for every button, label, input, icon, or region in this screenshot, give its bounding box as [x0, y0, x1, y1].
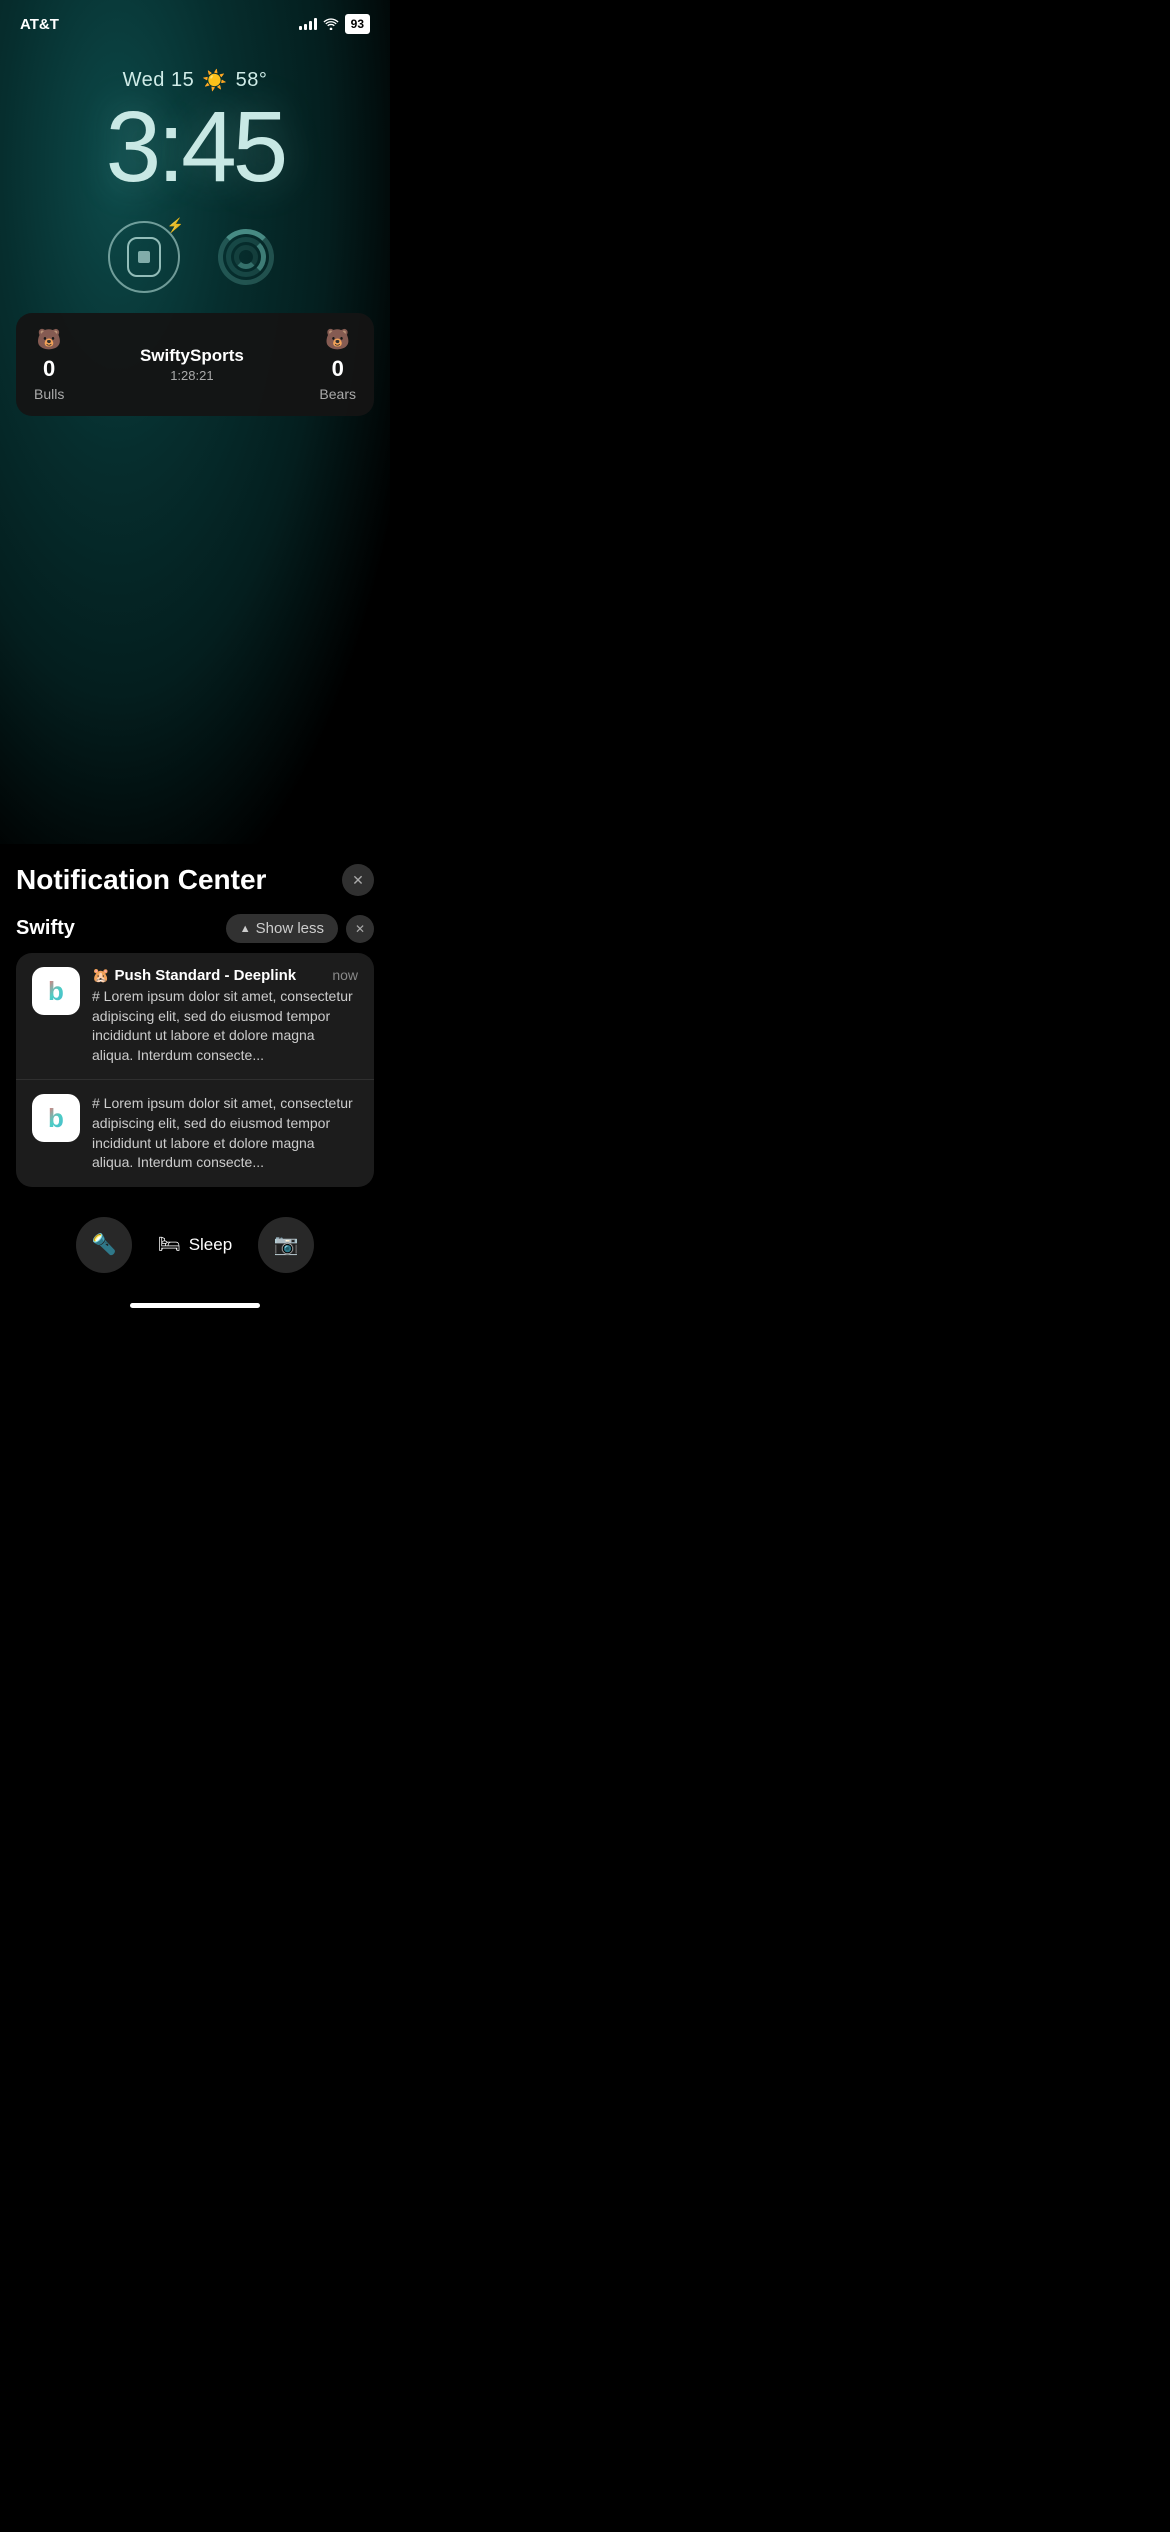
notif-group-name: Swifty [16, 917, 75, 940]
notif-group-actions: ▲ Show less ✕ [226, 914, 374, 943]
status-right: 93 [299, 14, 370, 34]
nc-title: Notification Center [16, 864, 266, 896]
notif-group-close-button[interactable]: ✕ [346, 915, 374, 943]
chevron-up-icon: ▲ [240, 923, 251, 935]
activity-widget[interactable] [210, 221, 282, 293]
app-icon-2: b [32, 1094, 80, 1142]
sun-icon: ☀️ [202, 68, 227, 93]
home-indicator [130, 1303, 260, 1308]
notif-time-1: now [332, 967, 358, 983]
bottom-controls: 🔦 🛏 Sleep 📷 [16, 1187, 374, 1293]
game-info: SwiftySports 1:28:21 [64, 346, 319, 383]
notif-group-swifty: Swifty ▲ Show less ✕ b [16, 914, 374, 1187]
carrier-label: AT&T [20, 16, 59, 33]
game-time: 1:28:21 [64, 368, 319, 383]
notif-body-1: # Lorem ipsum dolor sit amet, consectetu… [92, 987, 358, 1065]
close-icon: ✕ [352, 872, 364, 889]
status-bar: AT&T 93 [0, 0, 390, 40]
notif-group-header: Swifty ▲ Show less ✕ [16, 914, 374, 943]
show-less-label: Show less [256, 920, 324, 937]
notif-card-1[interactable]: b 🐹 Push Standard - Deeplink now # Lorem… [16, 953, 374, 1079]
home-team-block: 🐻 0 Bulls [34, 327, 64, 402]
notif-header-row-1: 🐹 Push Standard - Deeplink now [92, 967, 358, 984]
temperature-label: 58° [236, 69, 268, 92]
clock-display: 3:45 [0, 97, 390, 197]
away-team-emoji: 🐻 [325, 327, 350, 352]
away-team-score: 0 [332, 356, 344, 382]
sports-widget[interactable]: 🐻 0 Bulls SwiftySports 1:28:21 🐻 0 Bears [16, 313, 374, 416]
home-team-name: Bulls [34, 386, 64, 402]
notif-cards-container: b 🐹 Push Standard - Deeplink now # Lorem… [16, 953, 374, 1187]
notif-title-row-1: 🐹 Push Standard - Deeplink [92, 967, 296, 984]
away-team-block: 🐻 0 Bears [319, 327, 356, 402]
bed-icon: 🛏 [158, 1234, 181, 1255]
wifi-icon [323, 18, 339, 30]
nc-close-button[interactable]: ✕ [342, 864, 374, 896]
home-team-score: 0 [43, 356, 55, 382]
activity-rings [218, 229, 274, 285]
lightning-icon: ⚡ [167, 217, 184, 234]
battery-indicator: 93 [345, 14, 370, 34]
group-close-icon: ✕ [355, 922, 365, 936]
app-icon-1: b [32, 967, 80, 1015]
flashlight-icon: 🔦 [92, 1232, 117, 1257]
sports-app-name: SwiftySports [64, 346, 319, 366]
show-less-button[interactable]: ▲ Show less [226, 914, 338, 943]
sleep-button[interactable]: 🛏 Sleep [158, 1234, 232, 1255]
date-weather-row: Wed 15 ☀️ 58° [0, 68, 390, 93]
notif-content-1: 🐹 Push Standard - Deeplink now # Lorem i… [92, 967, 358, 1065]
notif-emoji-1: 🐹 [92, 967, 109, 984]
notif-title-1: Push Standard - Deeplink [114, 967, 296, 984]
signal-icon [299, 18, 317, 30]
camera-icon: 📷 [274, 1232, 299, 1257]
nc-header: Notification Center ✕ [16, 864, 374, 896]
notif-body-2: # Lorem ipsum dolor sit amet, consectetu… [92, 1094, 358, 1172]
flashlight-button[interactable]: 🔦 [76, 1217, 132, 1273]
notif-card-2[interactable]: b # Lorem ipsum dolor sit amet, consecte… [16, 1079, 374, 1186]
date-label: Wed 15 [123, 69, 195, 92]
watch-widget[interactable]: ⚡ [108, 221, 180, 293]
notification-center: Notification Center ✕ Swifty ▲ Show less… [0, 844, 390, 1308]
away-team-name: Bears [319, 386, 356, 402]
camera-button[interactable]: 📷 [258, 1217, 314, 1273]
widget-row: ⚡ [0, 221, 390, 293]
watch-icon [127, 237, 161, 277]
sleep-label: Sleep [189, 1235, 232, 1255]
notif-content-2: # Lorem ipsum dolor sit amet, consectetu… [92, 1094, 358, 1172]
home-team-emoji: 🐻 [37, 327, 62, 352]
battery-level: 93 [351, 17, 364, 31]
